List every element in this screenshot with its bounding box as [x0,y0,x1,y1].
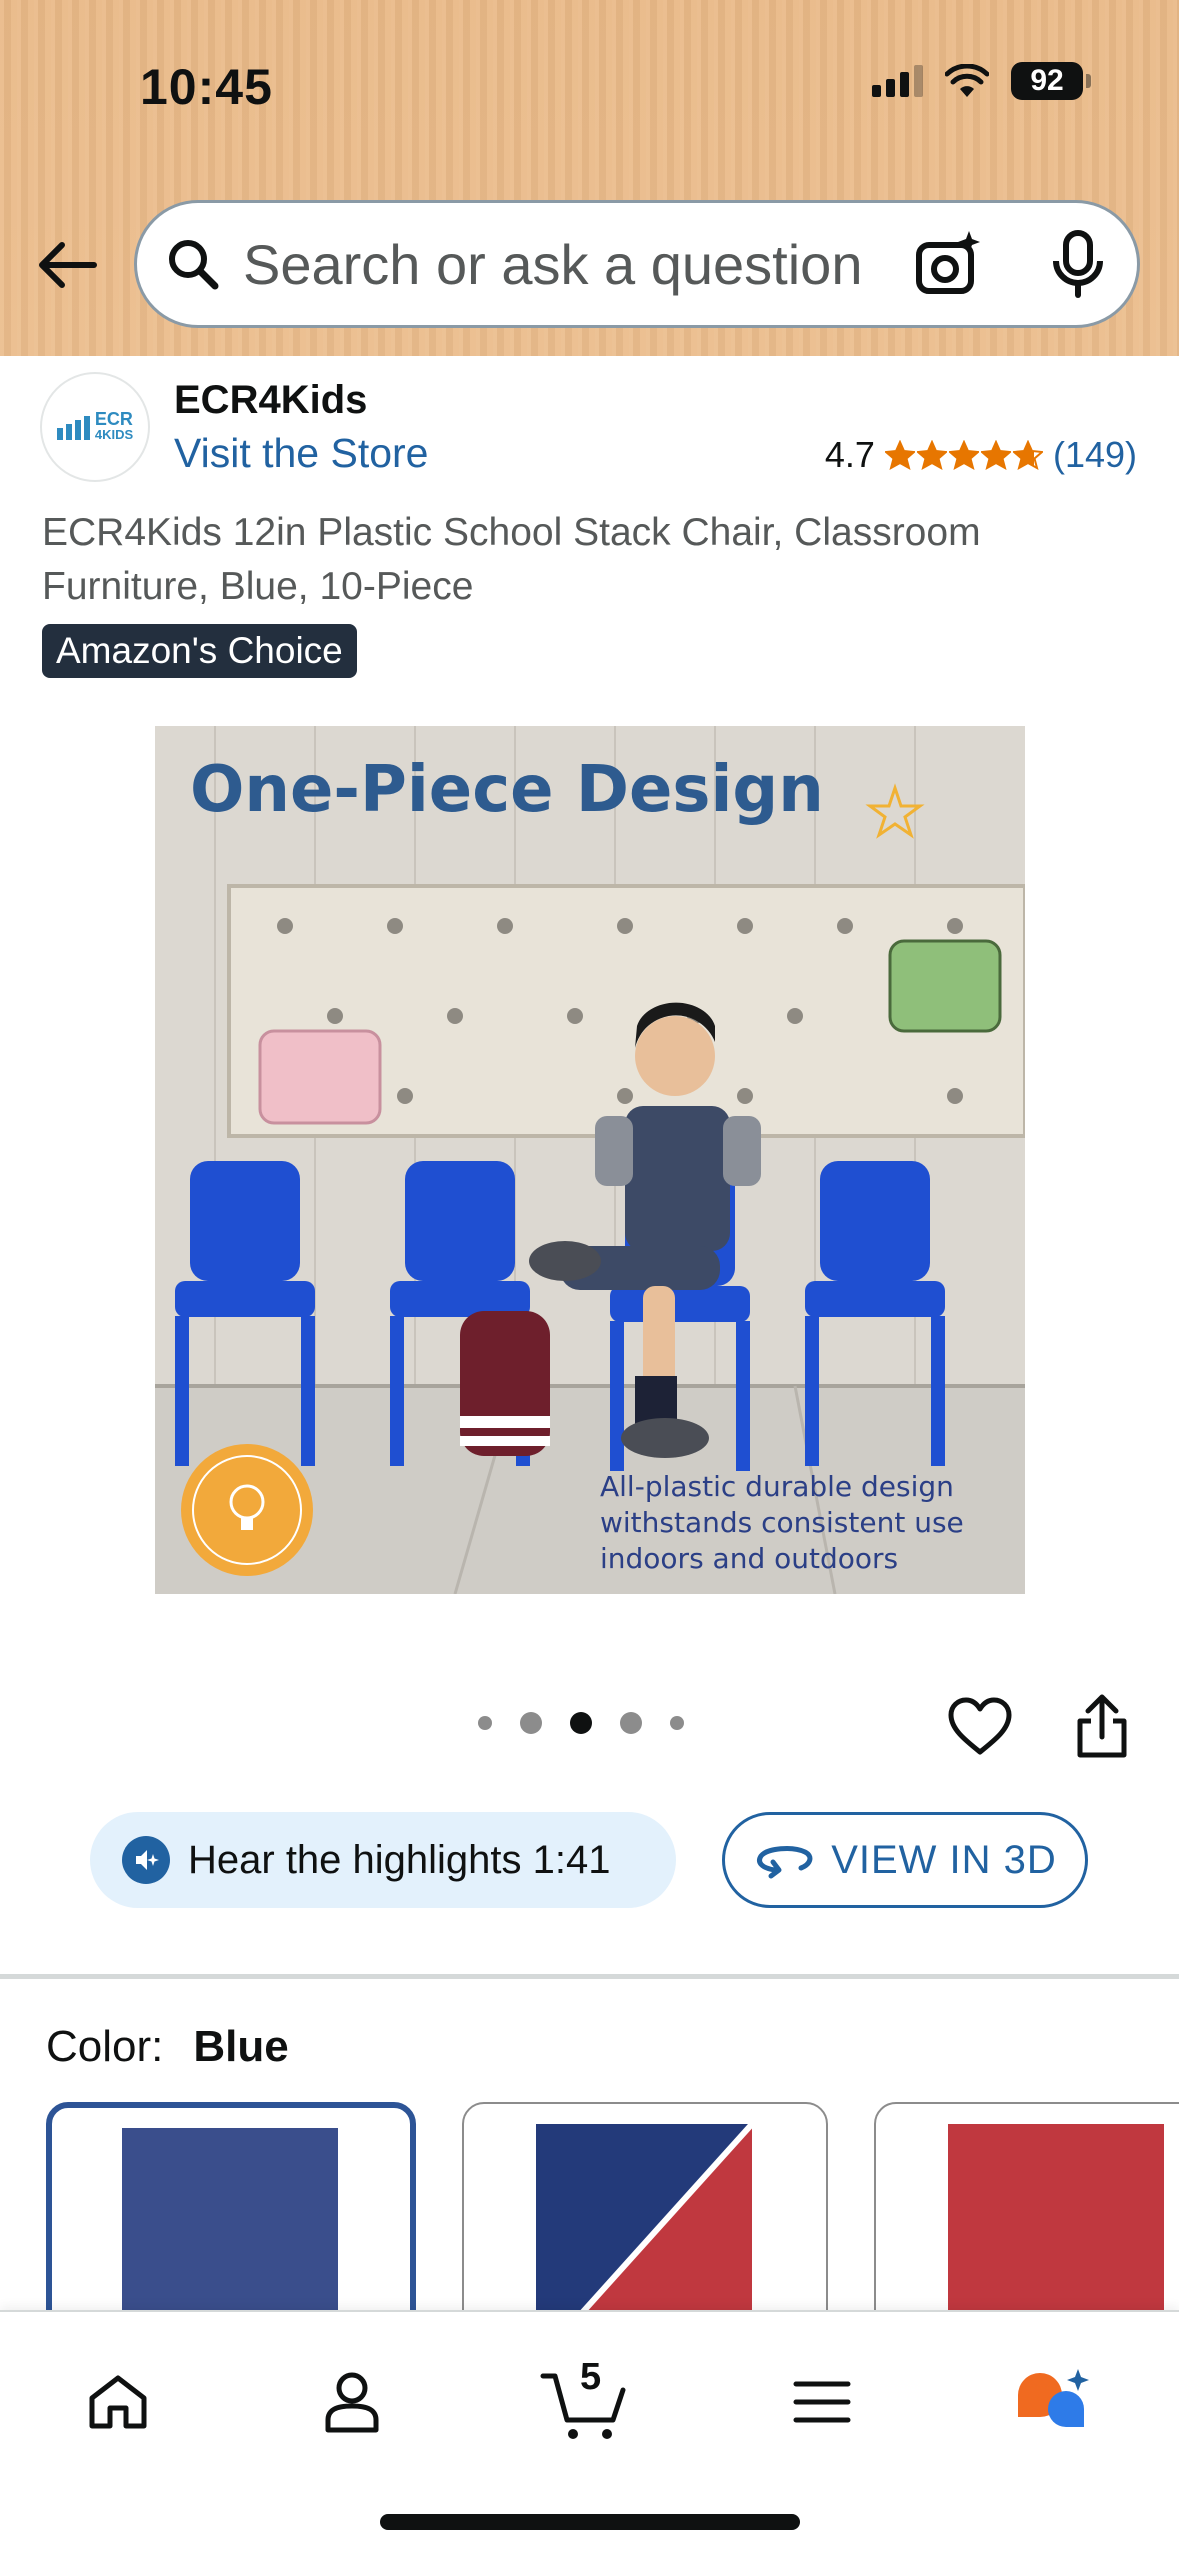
search-icon [163,234,223,294]
star-icon [948,440,979,470]
back-button[interactable] [32,230,102,300]
nav-rufus-assistant[interactable] [1004,2352,1104,2452]
brand-logo-text: ECR 4KIDS [94,409,134,442]
voice-search-button[interactable] [1037,223,1119,305]
microphone-icon [1053,230,1103,298]
product-image[interactable]: One-Piece Design All-plastic durable des… [155,726,1025,1594]
hamburger-menu-icon [793,2381,851,2423]
rating-summary[interactable]: 4.7 (149) [825,434,1137,476]
search-bar[interactable] [134,200,1140,328]
brand-name: ECR4Kids [174,378,368,422]
hear-highlights-label: Hear the highlights 1:41 [188,1837,611,1882]
status-indicators: 92 [872,62,1091,100]
star-icon [980,440,1011,470]
star-icon [1012,440,1043,470]
view-in-3d-button[interactable]: VIEW IN 3D [722,1812,1088,1908]
cellular-signal-icon [872,65,923,97]
user-icon [325,2372,379,2433]
image-headline: One-Piece Design [190,753,824,827]
bar-chart-logo-icon [56,416,90,440]
home-indicator [380,2514,800,2530]
carousel-dot[interactable] [570,1712,592,1734]
hear-highlights-button[interactable]: Hear the highlights 1:41 [90,1812,676,1908]
carousel-dot[interactable] [620,1712,642,1734]
rotate-3d-icon [757,1846,813,1879]
section-divider [0,1974,1179,1979]
selected-color-value: Blue [193,2022,289,2071]
rufus-assistant-icon [1018,2369,1089,2427]
carousel-dot[interactable] [478,1716,492,1730]
cart-count: 5 [580,2356,602,2398]
audio-sparkle-icon [122,1836,170,1884]
product-title: ECR4Kids 12in Plastic School Stack Chair… [42,511,981,608]
camera-sparkle-icon [916,231,980,294]
star-icon [884,440,915,470]
wifi-icon [945,64,989,97]
color-selection-label: Color: Blue [46,2022,289,2072]
star-icon [916,440,947,470]
share-icon [1077,1694,1127,1758]
battery-indicator: 92 [1011,62,1091,100]
camera-search-button[interactable] [907,223,989,305]
wishlist-button[interactable] [944,1690,1016,1762]
share-button[interactable] [1066,1690,1138,1762]
product-photo: One-Piece Design All-plastic durable des… [155,726,1025,1594]
carousel-dot[interactable] [520,1712,542,1734]
visit-store-link[interactable]: Visit the Store [174,430,429,477]
rating-value: 4.7 [824,434,875,475]
nav-cart[interactable]: 5 [534,2352,634,2452]
top-header: 10:45 92 [0,0,1179,356]
view-in-3d-label: VIEW IN 3D [831,1837,1057,1882]
color-label: Color: [46,2022,164,2071]
carousel-dots [478,1712,684,1734]
status-time: 10:45 [140,59,273,115]
nav-menu[interactable] [772,2352,872,2452]
home-icon [89,2375,147,2429]
back-arrow-icon [39,242,97,288]
star-rating [884,440,1043,470]
carousel-dot[interactable] [670,1716,684,1730]
rating-count[interactable]: (149) [1053,434,1137,476]
nav-home[interactable] [68,2352,168,2452]
nav-account[interactable] [302,2352,402,2452]
brand-logo[interactable]: ECR 4KIDS [40,372,150,482]
heart-icon [948,1697,1012,1755]
search-input[interactable] [243,231,943,297]
amazons-choice-badge[interactable]: Amazon's Choice [42,624,357,678]
